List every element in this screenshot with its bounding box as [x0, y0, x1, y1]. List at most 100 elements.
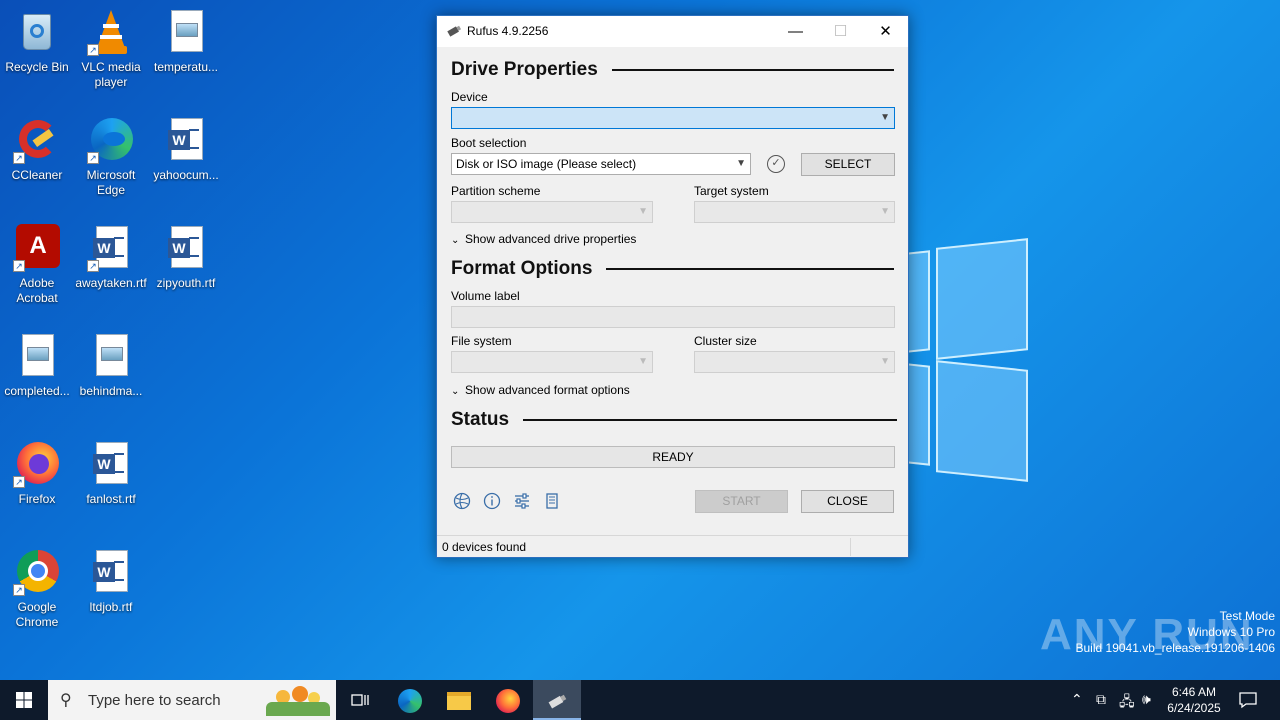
show-hidden-icons-chevron-icon[interactable]: ⌃	[1071, 691, 1083, 708]
taskbar-edge-icon[interactable]	[386, 680, 434, 720]
chevron-down-icon: ▼	[638, 206, 648, 217]
advanced-drive-properties-toggle[interactable]: ⌄ Show advanced drive properties	[451, 232, 636, 246]
minimize-button[interactable]: —	[773, 16, 818, 47]
desktop-icon-awaytaken[interactable]: W ↗ awaytaken.rtf	[74, 224, 148, 291]
search-placeholder: Type here to search	[88, 692, 221, 709]
desktop-icon-completed[interactable]: completed...	[0, 332, 74, 399]
drive-properties-heading: Drive Properties	[451, 59, 894, 81]
desktop-icon-yahoocum[interactable]: W yahoocum...	[149, 116, 223, 183]
chevron-down-icon: ▼	[638, 356, 648, 367]
cluster-size-dropdown[interactable]: ▼	[694, 351, 895, 373]
taskbar-rufus-icon[interactable]	[533, 680, 581, 720]
boot-selection-label: Boot selection	[451, 136, 527, 150]
advanced-drive-properties-label: Show advanced drive properties	[465, 232, 637, 246]
desktop-icon-recycle-bin[interactable]: Recycle Bin	[0, 8, 74, 75]
log-document-icon[interactable]	[543, 492, 561, 510]
desktop-icon-ccleaner[interactable]: ↗ CCleaner	[0, 116, 74, 183]
verify-checkmark-icon[interactable]: ✓	[767, 155, 785, 173]
progress-bar: READY	[451, 446, 895, 468]
desktop-icon-temperatu[interactable]: temperatu...	[149, 8, 223, 75]
settings-sliders-icon[interactable]	[513, 492, 531, 510]
desktop-icon-acrobat[interactable]: A ↗ Adobe Acrobat	[0, 224, 74, 306]
network-icon[interactable]: 🖧	[1119, 691, 1135, 715]
task-view-icon[interactable]	[336, 680, 384, 720]
image-file-icon	[87, 332, 135, 380]
desktop-icon-label: yahoocum...	[153, 168, 219, 182]
taskbar-clock[interactable]: 6:46 AM 6/24/2025	[1162, 684, 1226, 716]
word-doc-icon: W	[87, 440, 135, 488]
status-bar-text: 0 devices found	[442, 540, 527, 554]
shortcut-arrow-icon: ↗	[13, 476, 25, 488]
cluster-size-label: Cluster size	[694, 334, 757, 348]
title-bar[interactable]: Rufus 4.9.2256 — ☐ ✕	[437, 16, 908, 47]
desktop-icon-label: CCleaner	[11, 168, 63, 182]
target-system-label: Target system	[694, 184, 769, 198]
desktop-icon-vlc[interactable]: ↗ VLC media player	[74, 8, 148, 90]
partition-scheme-label: Partition scheme	[451, 184, 541, 198]
volume-icon[interactable]: 🕪	[1142, 691, 1151, 708]
chevron-down-icon: ▼	[736, 158, 746, 169]
close-button[interactable]: CLOSE	[801, 490, 894, 513]
shortcut-arrow-icon: ↗	[13, 260, 25, 272]
chevron-down-icon: ▼	[880, 206, 890, 217]
notifications-icon[interactable]	[1238, 691, 1258, 712]
search-icon: ⚲	[60, 692, 72, 709]
file-system-dropdown[interactable]: ▼	[451, 351, 653, 373]
start-button[interactable]: START	[695, 490, 788, 513]
desktop-icon-fanlost[interactable]: W fanlost.rtf	[74, 440, 148, 507]
boot-selection-dropdown[interactable]: Disk or ISO image (Please select) ▼	[451, 153, 751, 175]
advanced-format-options-toggle[interactable]: ⌄ Show advanced format options	[451, 383, 630, 397]
desktop-icon-label: Microsoft Edge	[86, 168, 136, 197]
taskbar-file-explorer-icon[interactable]	[435, 680, 483, 720]
firefox-icon: ↗	[13, 440, 61, 488]
target-system-dropdown[interactable]: ▼	[694, 201, 895, 223]
clock-time: 6:46 AM	[1171, 685, 1217, 699]
device-label: Device	[451, 90, 488, 104]
desktop-icon-label: Firefox	[18, 492, 56, 506]
shortcut-arrow-icon: ↗	[87, 44, 99, 56]
desktop-icon-label: completed...	[4, 384, 70, 398]
taskbar-firefox-icon[interactable]	[484, 680, 532, 720]
vlc-icon: ↗	[87, 8, 135, 56]
windows-watermark: Test Mode Windows 10 Pro Build 19041.vb_…	[1076, 608, 1276, 656]
shortcut-arrow-icon: ↗	[13, 152, 25, 164]
chrome-icon: ↗	[13, 548, 61, 596]
start-button-windows[interactable]	[0, 680, 48, 720]
close-window-button[interactable]: ✕	[863, 16, 908, 47]
recycle-bin-icon	[13, 8, 61, 56]
image-file-icon	[13, 332, 61, 380]
desktop-icon-ltdjob[interactable]: W ltdjob.rtf	[74, 548, 148, 615]
ccleaner-icon: ↗	[13, 116, 61, 164]
volume-label-label: Volume label	[451, 289, 520, 303]
word-doc-icon: W ↗	[87, 224, 135, 272]
search-highlight-flowers-icon	[266, 684, 330, 718]
clock-date: 6/24/2025	[1167, 701, 1221, 715]
desktop-icon-firefox[interactable]: ↗ Firefox	[0, 440, 74, 507]
desktop-icon-behindma[interactable]: behindma...	[74, 332, 148, 399]
image-file-icon	[162, 8, 210, 56]
desktop-icon-edge[interactable]: ↗ Microsoft Edge	[74, 116, 148, 198]
boot-selection-value: Disk or ISO image (Please select)	[456, 157, 637, 171]
desktop-icon-label: fanlost.rtf	[86, 492, 136, 506]
word-doc-icon: W	[87, 548, 135, 596]
desktop-icon-chrome[interactable]: ↗ Google Chrome	[0, 548, 74, 630]
maximize-button[interactable]: ☐	[818, 16, 863, 47]
usb-drive-icon	[446, 24, 462, 38]
watermark-build: Build 19041.vb_release.191206-1406	[1075, 641, 1276, 655]
desktop-icon-label: zipyouth.rtf	[156, 276, 216, 290]
rufus-window: Rufus 4.9.2256 — ☐ ✕ Drive Properties De…	[436, 15, 909, 558]
taskbar-search-box[interactable]: ⚲ Type here to search	[48, 680, 336, 720]
partition-scheme-dropdown[interactable]: ▼	[451, 201, 653, 223]
tray-device-icon[interactable]: ⧉	[1096, 691, 1106, 708]
desktop-icon-zipyouth[interactable]: W zipyouth.rtf	[149, 224, 223, 291]
shortcut-arrow-icon: ↗	[13, 584, 25, 596]
taskbar: ⚲ Type here to search ⌃ ⧉ 🖧 🕪 6:46 AM 6/…	[0, 680, 1280, 720]
volume-label-input[interactable]	[451, 306, 895, 328]
language-globe-icon[interactable]	[453, 492, 471, 510]
watermark-test-mode: Test Mode	[1219, 609, 1275, 623]
about-info-icon[interactable]	[483, 492, 501, 510]
desktop-icon-label: VLC media player	[81, 60, 141, 89]
status-bar: 0 devices found	[437, 535, 908, 557]
select-button[interactable]: SELECT	[801, 153, 895, 176]
device-dropdown[interactable]: ▼	[451, 107, 895, 129]
